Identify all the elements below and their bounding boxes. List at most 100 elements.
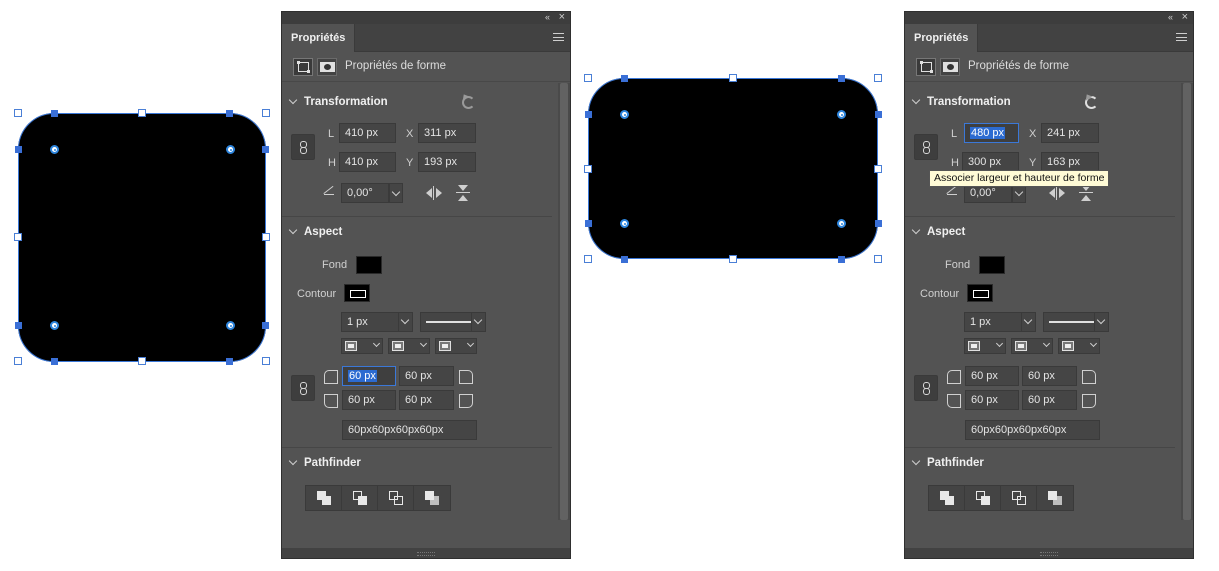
transformation-title[interactable]: Transformation bbox=[304, 96, 388, 108]
corner-tl-field[interactable]: 60 px bbox=[965, 366, 1019, 386]
anchor-point[interactable] bbox=[51, 358, 58, 365]
corner-radius-widget[interactable] bbox=[620, 219, 629, 228]
anchor-point[interactable] bbox=[15, 146, 22, 153]
aspect-title[interactable]: Aspect bbox=[304, 226, 342, 238]
stroke-swatch[interactable] bbox=[344, 284, 370, 302]
stroke-style-dropdown[interactable] bbox=[420, 312, 486, 332]
mask-icon[interactable] bbox=[940, 58, 960, 76]
resize-handle-br[interactable] bbox=[262, 357, 270, 365]
pathfinder-title[interactable]: Pathfinder bbox=[304, 457, 361, 469]
chevron-down-icon[interactable] bbox=[911, 225, 921, 235]
resize-handle-bl[interactable] bbox=[584, 255, 592, 263]
chevron-down-icon[interactable] bbox=[288, 456, 298, 466]
tab-properties[interactable]: Propriétés bbox=[905, 24, 979, 52]
panel-resize-grip[interactable] bbox=[905, 548, 1193, 558]
resize-handle-r[interactable] bbox=[262, 233, 270, 241]
anchor-point[interactable] bbox=[226, 358, 233, 365]
corner-radius-widget[interactable] bbox=[837, 110, 846, 119]
stroke-join-dropdown[interactable] bbox=[1058, 338, 1100, 354]
anchor-point[interactable] bbox=[875, 220, 882, 227]
anchor-point[interactable] bbox=[15, 322, 22, 329]
corner-br-field[interactable]: 60 px bbox=[1022, 390, 1077, 410]
anchor-point[interactable] bbox=[585, 111, 592, 118]
panel-scrollbar[interactable] bbox=[558, 83, 570, 520]
corner-tl-field[interactable]: 60 px bbox=[342, 366, 396, 386]
tab-properties[interactable]: Propriétés bbox=[282, 24, 356, 52]
pathfinder-intersect-button[interactable] bbox=[378, 486, 414, 510]
corner-radius-widget[interactable] bbox=[50, 145, 59, 154]
width-field[interactable]: 480 px bbox=[964, 123, 1019, 143]
transformation-title[interactable]: Transformation bbox=[927, 96, 1011, 108]
pathfinder-subtract-button[interactable] bbox=[342, 486, 378, 510]
pathfinder-exclude-button[interactable] bbox=[1037, 486, 1073, 510]
width-field[interactable]: 410 px bbox=[339, 123, 396, 143]
angle-field[interactable]: 0,00° bbox=[341, 183, 389, 203]
fill-swatch[interactable] bbox=[356, 256, 382, 274]
anchor-point[interactable] bbox=[51, 110, 58, 117]
x-field[interactable]: 311 px bbox=[418, 123, 476, 143]
anchor-point[interactable] bbox=[875, 111, 882, 118]
resize-handle-bl[interactable] bbox=[14, 357, 22, 365]
resize-handle-tl[interactable] bbox=[14, 109, 22, 117]
corner-bl-field[interactable]: 60 px bbox=[965, 390, 1019, 410]
anchor-point[interactable] bbox=[262, 322, 269, 329]
reset-icon[interactable] bbox=[462, 96, 475, 109]
height-field[interactable]: 410 px bbox=[339, 152, 396, 172]
panel-menu-icon[interactable] bbox=[553, 33, 564, 41]
y-field[interactable]: 163 px bbox=[1041, 152, 1099, 172]
resize-handle-b[interactable] bbox=[729, 255, 737, 263]
chevron-down-icon[interactable] bbox=[288, 95, 298, 105]
resize-handle-l[interactable] bbox=[14, 233, 22, 241]
link-corners-button[interactable] bbox=[914, 375, 938, 401]
corner-radius-widget[interactable] bbox=[620, 110, 629, 119]
resize-handle-l[interactable] bbox=[584, 165, 592, 173]
stroke-cap-dropdown[interactable] bbox=[388, 338, 430, 354]
pathfinder-subtract-button[interactable] bbox=[965, 486, 1001, 510]
corner-radius-widget[interactable] bbox=[50, 321, 59, 330]
y-field[interactable]: 193 px bbox=[418, 152, 476, 172]
stroke-width-dropdown[interactable]: 1 px bbox=[341, 312, 413, 332]
anchor-point[interactable] bbox=[621, 256, 628, 263]
fill-swatch[interactable] bbox=[979, 256, 1005, 274]
corner-tr-field[interactable]: 60 px bbox=[399, 366, 454, 386]
resize-handle-tr[interactable] bbox=[874, 74, 882, 82]
link-corners-button[interactable] bbox=[291, 375, 315, 401]
link-dimensions-button[interactable] bbox=[291, 134, 315, 160]
stroke-align-dropdown[interactable] bbox=[341, 338, 383, 354]
panel-resize-grip[interactable] bbox=[282, 548, 570, 558]
resize-handle-t[interactable] bbox=[729, 74, 737, 82]
rounded-rectangle-shape-wide[interactable] bbox=[588, 78, 878, 259]
chevron-down-icon[interactable] bbox=[288, 225, 298, 235]
anchor-point[interactable] bbox=[585, 220, 592, 227]
reset-icon[interactable] bbox=[1085, 96, 1098, 109]
aspect-title[interactable]: Aspect bbox=[927, 226, 965, 238]
collapse-icon[interactable]: « bbox=[1168, 11, 1173, 23]
panel-menu-icon[interactable] bbox=[1176, 33, 1187, 41]
corner-br-field[interactable]: 60 px bbox=[399, 390, 454, 410]
corner-radius-widget[interactable] bbox=[226, 145, 235, 154]
x-field[interactable]: 241 px bbox=[1041, 123, 1099, 143]
anchor-point[interactable] bbox=[262, 146, 269, 153]
close-icon[interactable]: × bbox=[1182, 11, 1188, 23]
shape-transform-icon[interactable] bbox=[916, 58, 936, 76]
stroke-align-dropdown[interactable] bbox=[964, 338, 1006, 354]
mask-icon[interactable] bbox=[317, 58, 337, 76]
pathfinder-title[interactable]: Pathfinder bbox=[927, 457, 984, 469]
height-field[interactable]: 300 px bbox=[962, 152, 1019, 172]
shape-transform-icon[interactable] bbox=[293, 58, 313, 76]
pathfinder-exclude-button[interactable] bbox=[414, 486, 450, 510]
flip-horizontal-icon[interactable] bbox=[1048, 186, 1066, 200]
close-icon[interactable]: × bbox=[559, 11, 565, 23]
stroke-join-dropdown[interactable] bbox=[435, 338, 477, 354]
resize-handle-b[interactable] bbox=[138, 357, 146, 365]
anchor-point[interactable] bbox=[226, 110, 233, 117]
flip-horizontal-icon[interactable] bbox=[425, 186, 443, 200]
pathfinder-intersect-button[interactable] bbox=[1001, 486, 1037, 510]
link-dimensions-button[interactable] bbox=[914, 134, 938, 160]
chevron-down-icon[interactable] bbox=[911, 95, 921, 105]
resize-handle-tr[interactable] bbox=[262, 109, 270, 117]
corner-bl-field[interactable]: 60 px bbox=[342, 390, 396, 410]
collapse-icon[interactable]: « bbox=[545, 11, 550, 23]
resize-handle-tl[interactable] bbox=[584, 74, 592, 82]
anchor-point[interactable] bbox=[621, 75, 628, 82]
